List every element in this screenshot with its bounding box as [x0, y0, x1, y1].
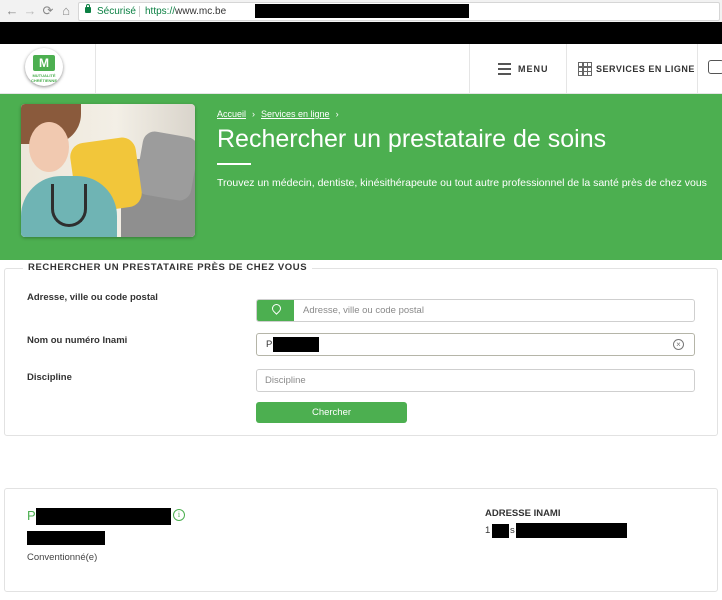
page-subtitle: Trouvez un médecin, dentiste, kinésithér… [217, 177, 707, 189]
chat-icon[interactable] [708, 60, 722, 74]
page-title: Rechercher un prestataire de soins [217, 125, 607, 153]
redacted-name-value [273, 337, 319, 352]
lock-icon [85, 4, 91, 13]
address-heading: ADRESSE INAMI [485, 508, 561, 519]
discipline-input[interactable] [257, 370, 694, 391]
address-input[interactable] [257, 300, 694, 321]
hero-banner: Accueil › Services en ligne › Rechercher un… [0, 94, 722, 260]
redacted-provider-detail [27, 531, 105, 545]
header-divider [697, 44, 698, 93]
name-input-value: P [266, 339, 273, 350]
browser-toolbar: ← → ⟳ ⌂ Sécurisé https://www.mc.be [0, 0, 722, 23]
title-underline [217, 163, 251, 165]
address-bar[interactable]: Sécurisé https://www.mc.be [78, 2, 720, 21]
home-icon[interactable]: ⌂ [58, 3, 74, 19]
address-field [256, 299, 695, 322]
reload-icon[interactable]: ⟳ [40, 3, 56, 19]
breadcrumb-online-services-link[interactable]: Services en ligne [261, 109, 330, 119]
forward-arrow-icon[interactable]: → [22, 3, 38, 19]
result-card: P i Conventionné(e) ADRESSE INAMI 1 s [4, 488, 718, 592]
menu-label: MENU [518, 64, 549, 74]
clear-icon[interactable]: × [673, 339, 684, 350]
address-prefix: 1 [485, 525, 491, 536]
name-label: Nom ou numéro Inami [27, 335, 128, 346]
secure-label: Sécurisé [97, 6, 136, 17]
breadcrumb: Accueil › Services en ligne › [217, 109, 345, 119]
back-arrow-icon[interactable]: ← [4, 3, 20, 19]
info-icon[interactable]: i [173, 509, 185, 521]
url-scheme: https:// [145, 6, 176, 17]
search-form-title: RECHERCHER UN PRESTATAIRE PRÈS DE CHEZ V… [23, 262, 313, 273]
hero-image [21, 104, 195, 237]
redacted-bar [0, 22, 722, 44]
site-header: M MUTUALITÉ CHRÉTIENNE MENU SERVICES EN … [0, 44, 722, 94]
url-host: www.mc.be [175, 6, 227, 17]
breadcrumb-separator: › [252, 109, 256, 119]
hamburger-icon [498, 63, 511, 75]
discipline-label: Discipline [27, 372, 72, 383]
address-label: Adresse, ville ou code postal [27, 292, 158, 303]
provider-name-link[interactable]: P [27, 508, 36, 523]
logo-text: MUTUALITÉ CHRÉTIENNE [30, 73, 57, 83]
breadcrumb-separator: › [335, 109, 339, 119]
search-button[interactable]: Chercher [256, 402, 407, 423]
online-services-label: SERVICES EN LIGNE [596, 64, 695, 74]
breadcrumb-home-link[interactable]: Accueil [217, 109, 246, 119]
url-text: https://www.mc.be [145, 3, 226, 20]
header-divider [469, 44, 470, 93]
header-divider [95, 44, 96, 93]
search-form: RECHERCHER UN PRESTATAIRE PRÈS DE CHEZ V… [4, 262, 718, 436]
logo-mark: M [33, 55, 55, 71]
address-divider [139, 6, 140, 17]
grid-icon [578, 62, 592, 76]
convention-status: Conventionné(e) [27, 552, 98, 563]
name-field[interactable]: P × [256, 333, 695, 356]
redacted-url [255, 4, 469, 18]
logo[interactable]: M MUTUALITÉ CHRÉTIENNE [25, 48, 63, 86]
redacted-address-number [492, 524, 509, 538]
redacted-address-street [516, 523, 627, 538]
address-letter: s [510, 525, 515, 536]
header-divider [566, 44, 567, 93]
discipline-field [256, 369, 695, 392]
redacted-provider-name [36, 508, 171, 525]
